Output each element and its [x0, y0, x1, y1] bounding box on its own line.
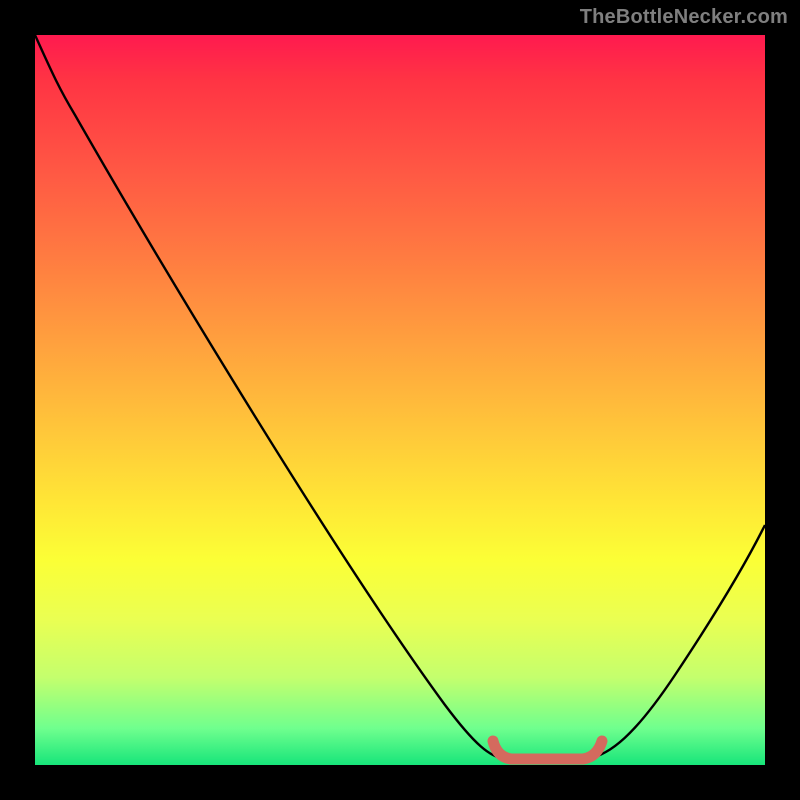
bottleneck-curve: [35, 35, 765, 759]
optimal-range-marker: [493, 741, 602, 759]
curve-layer: [35, 35, 765, 765]
plot-area: [35, 35, 765, 765]
attribution-text: TheBottleNecker.com: [580, 6, 788, 29]
